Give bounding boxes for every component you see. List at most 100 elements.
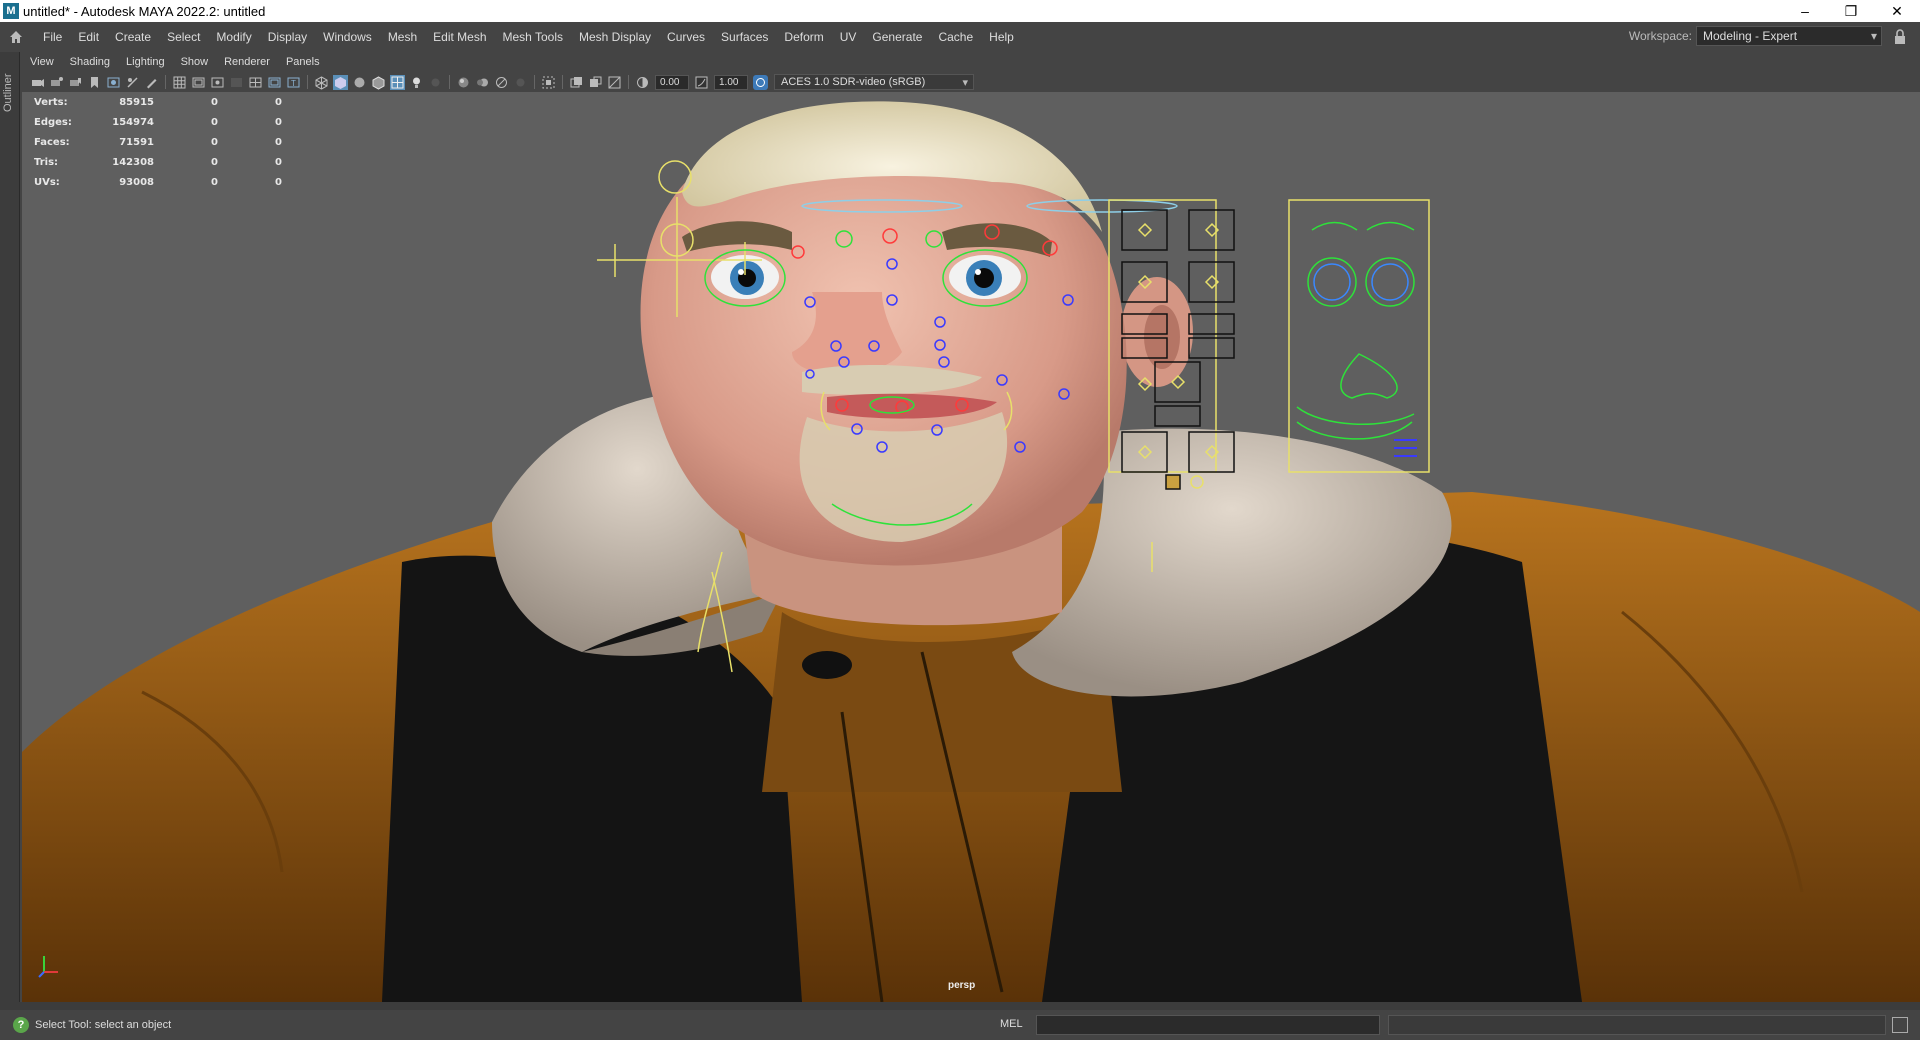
menu-edit[interactable]: Edit <box>70 30 107 44</box>
menu-create[interactable]: Create <box>107 30 159 44</box>
menu-display[interactable]: Display <box>260 30 315 44</box>
color-space-value: ACES 1.0 SDR-video (sRGB) <box>781 76 926 88</box>
menu-select[interactable]: Select <box>159 30 208 44</box>
minimize-button[interactable]: – <box>1782 0 1828 22</box>
view-axis-icon <box>36 950 66 980</box>
motion-blur-icon[interactable] <box>475 75 490 90</box>
panel-menu-renderer[interactable]: Renderer <box>216 56 278 68</box>
gate-mask-icon[interactable] <box>229 75 244 90</box>
hud-value: 142308 <box>112 156 154 168</box>
hud-value: 0 <box>211 116 218 128</box>
workspace-label: Workspace: <box>1628 29 1692 43</box>
hud-label: Edges: <box>34 116 72 128</box>
command-result-field <box>1388 1015 1886 1035</box>
toolbar-separator <box>628 75 629 89</box>
menu-surfaces[interactable]: Surfaces <box>713 30 776 44</box>
xray-icon[interactable] <box>569 75 584 90</box>
menu-deform[interactable]: Deform <box>776 30 831 44</box>
screen-space-ao-icon[interactable] <box>456 75 471 90</box>
anti-aliasing-icon[interactable] <box>494 75 509 90</box>
workspace-dropdown[interactable]: Modeling - Expert ▾ <box>1696 26 1882 46</box>
gamma-icon[interactable] <box>694 75 709 90</box>
menu-mesh-tools[interactable]: Mesh Tools <box>495 30 571 44</box>
bookmarks-icon[interactable] <box>68 75 83 90</box>
script-editor-icon[interactable] <box>1892 1017 1908 1033</box>
gamma-field[interactable] <box>714 74 748 90</box>
bookmark-icon[interactable] <box>87 75 102 90</box>
camera-attributes-icon[interactable] <box>49 75 64 90</box>
lighting-icon[interactable] <box>409 75 424 90</box>
mel-toggle[interactable]: MEL <box>1000 1018 1023 1030</box>
hud-row: Tris: 142308 0 0 <box>34 152 282 172</box>
hud-value: 0 <box>275 96 282 108</box>
menu-windows[interactable]: Windows <box>315 30 380 44</box>
chevron-down-icon: ▾ <box>1870 29 1877 43</box>
textured-icon[interactable] <box>390 74 405 90</box>
grid-icon[interactable] <box>172 75 187 90</box>
toolbar-separator <box>165 75 166 89</box>
home-icon[interactable] <box>5 26 27 48</box>
hud-value: 0 <box>211 136 218 148</box>
grease-pencil-icon[interactable] <box>144 75 159 90</box>
wireframe-icon[interactable] <box>314 75 329 90</box>
film-gate-icon[interactable] <box>191 75 206 90</box>
field-chart-icon[interactable] <box>248 75 263 90</box>
hud-row: UVs: 93008 0 0 <box>34 172 282 192</box>
help-line: ? Select Tool: select an object MEL <box>0 1010 1920 1040</box>
select-camera-icon[interactable] <box>30 75 45 90</box>
viewport-border <box>0 1002 1920 1010</box>
wireframe-on-shaded-icon[interactable] <box>371 75 386 90</box>
hud-value: 154974 <box>112 116 154 128</box>
hud-row: Faces: 71591 0 0 <box>34 132 282 152</box>
xray-active-components-icon[interactable] <box>607 75 622 90</box>
menu-modify[interactable]: Modify <box>208 30 259 44</box>
menu-help[interactable]: Help <box>981 30 1022 44</box>
command-line-input[interactable] <box>1036 1015 1380 1035</box>
exposure-icon[interactable] <box>635 75 650 90</box>
panel-menu-lighting[interactable]: Lighting <box>118 56 173 68</box>
hud-row: Verts: 85915 0 0 <box>34 92 282 112</box>
panel-menu-panels[interactable]: Panels <box>278 56 328 68</box>
main-menu-bar: File Edit Create Select Modify Display W… <box>0 22 1920 52</box>
close-button[interactable]: ✕ <box>1874 0 1920 22</box>
safe-title-icon[interactable]: T <box>286 75 301 90</box>
menu-generate[interactable]: Generate <box>864 30 930 44</box>
viewport-persp[interactable]: Verts: 85915 0 0 Edges: 154974 0 0 Faces… <box>22 92 1920 1002</box>
exposure-field[interactable] <box>655 74 689 90</box>
menu-cache[interactable]: Cache <box>930 30 981 44</box>
restore-button[interactable]: ❐ <box>1828 0 1874 22</box>
close-icon: ✕ <box>1891 2 1903 19</box>
toolbar-separator <box>449 75 450 89</box>
depth-of-field-icon[interactable] <box>513 75 528 90</box>
image-plane-icon[interactable] <box>106 75 121 90</box>
lock-icon[interactable] <box>1894 29 1910 45</box>
resolution-gate-icon[interactable] <box>210 75 225 90</box>
outliner-side-tab[interactable]: Outliner <box>0 52 20 1002</box>
panel-menu-bar: View Shading Lighting Show Renderer Pane… <box>22 52 1920 72</box>
isolate-select-icon[interactable] <box>541 75 556 90</box>
panel-menu-view[interactable]: View <box>22 56 62 68</box>
menu-mesh[interactable]: Mesh <box>380 30 425 44</box>
menu-curves[interactable]: Curves <box>659 30 713 44</box>
svg-text:T: T <box>291 79 296 88</box>
menu-uv[interactable]: UV <box>832 30 865 44</box>
menu-mesh-display[interactable]: Mesh Display <box>571 30 659 44</box>
hud-value: 0 <box>275 116 282 128</box>
toolbar-separator <box>307 75 308 89</box>
two-d-pan-zoom-icon[interactable] <box>125 75 140 90</box>
xray-joints-icon[interactable] <box>588 75 603 90</box>
menu-edit-mesh[interactable]: Edit Mesh <box>425 30 494 44</box>
scene-render[interactable] <box>22 92 1920 1002</box>
hud-label: Verts: <box>34 96 68 108</box>
shadows-icon[interactable] <box>428 75 443 90</box>
maya-app-icon: M <box>3 3 19 19</box>
safe-action-icon[interactable] <box>267 75 282 90</box>
view-transform-icon[interactable] <box>753 74 768 90</box>
default-material-icon[interactable] <box>352 75 367 90</box>
color-space-dropdown[interactable]: ACES 1.0 SDR-video (sRGB) ▾ <box>774 74 974 90</box>
panel-menu-shading[interactable]: Shading <box>62 56 118 68</box>
smooth-shade-icon[interactable] <box>333 74 348 90</box>
workspace-selector: Workspace: Modeling - Expert ▾ <box>1629 26 1882 46</box>
panel-menu-show[interactable]: Show <box>173 56 217 68</box>
menu-file[interactable]: File <box>35 30 70 44</box>
